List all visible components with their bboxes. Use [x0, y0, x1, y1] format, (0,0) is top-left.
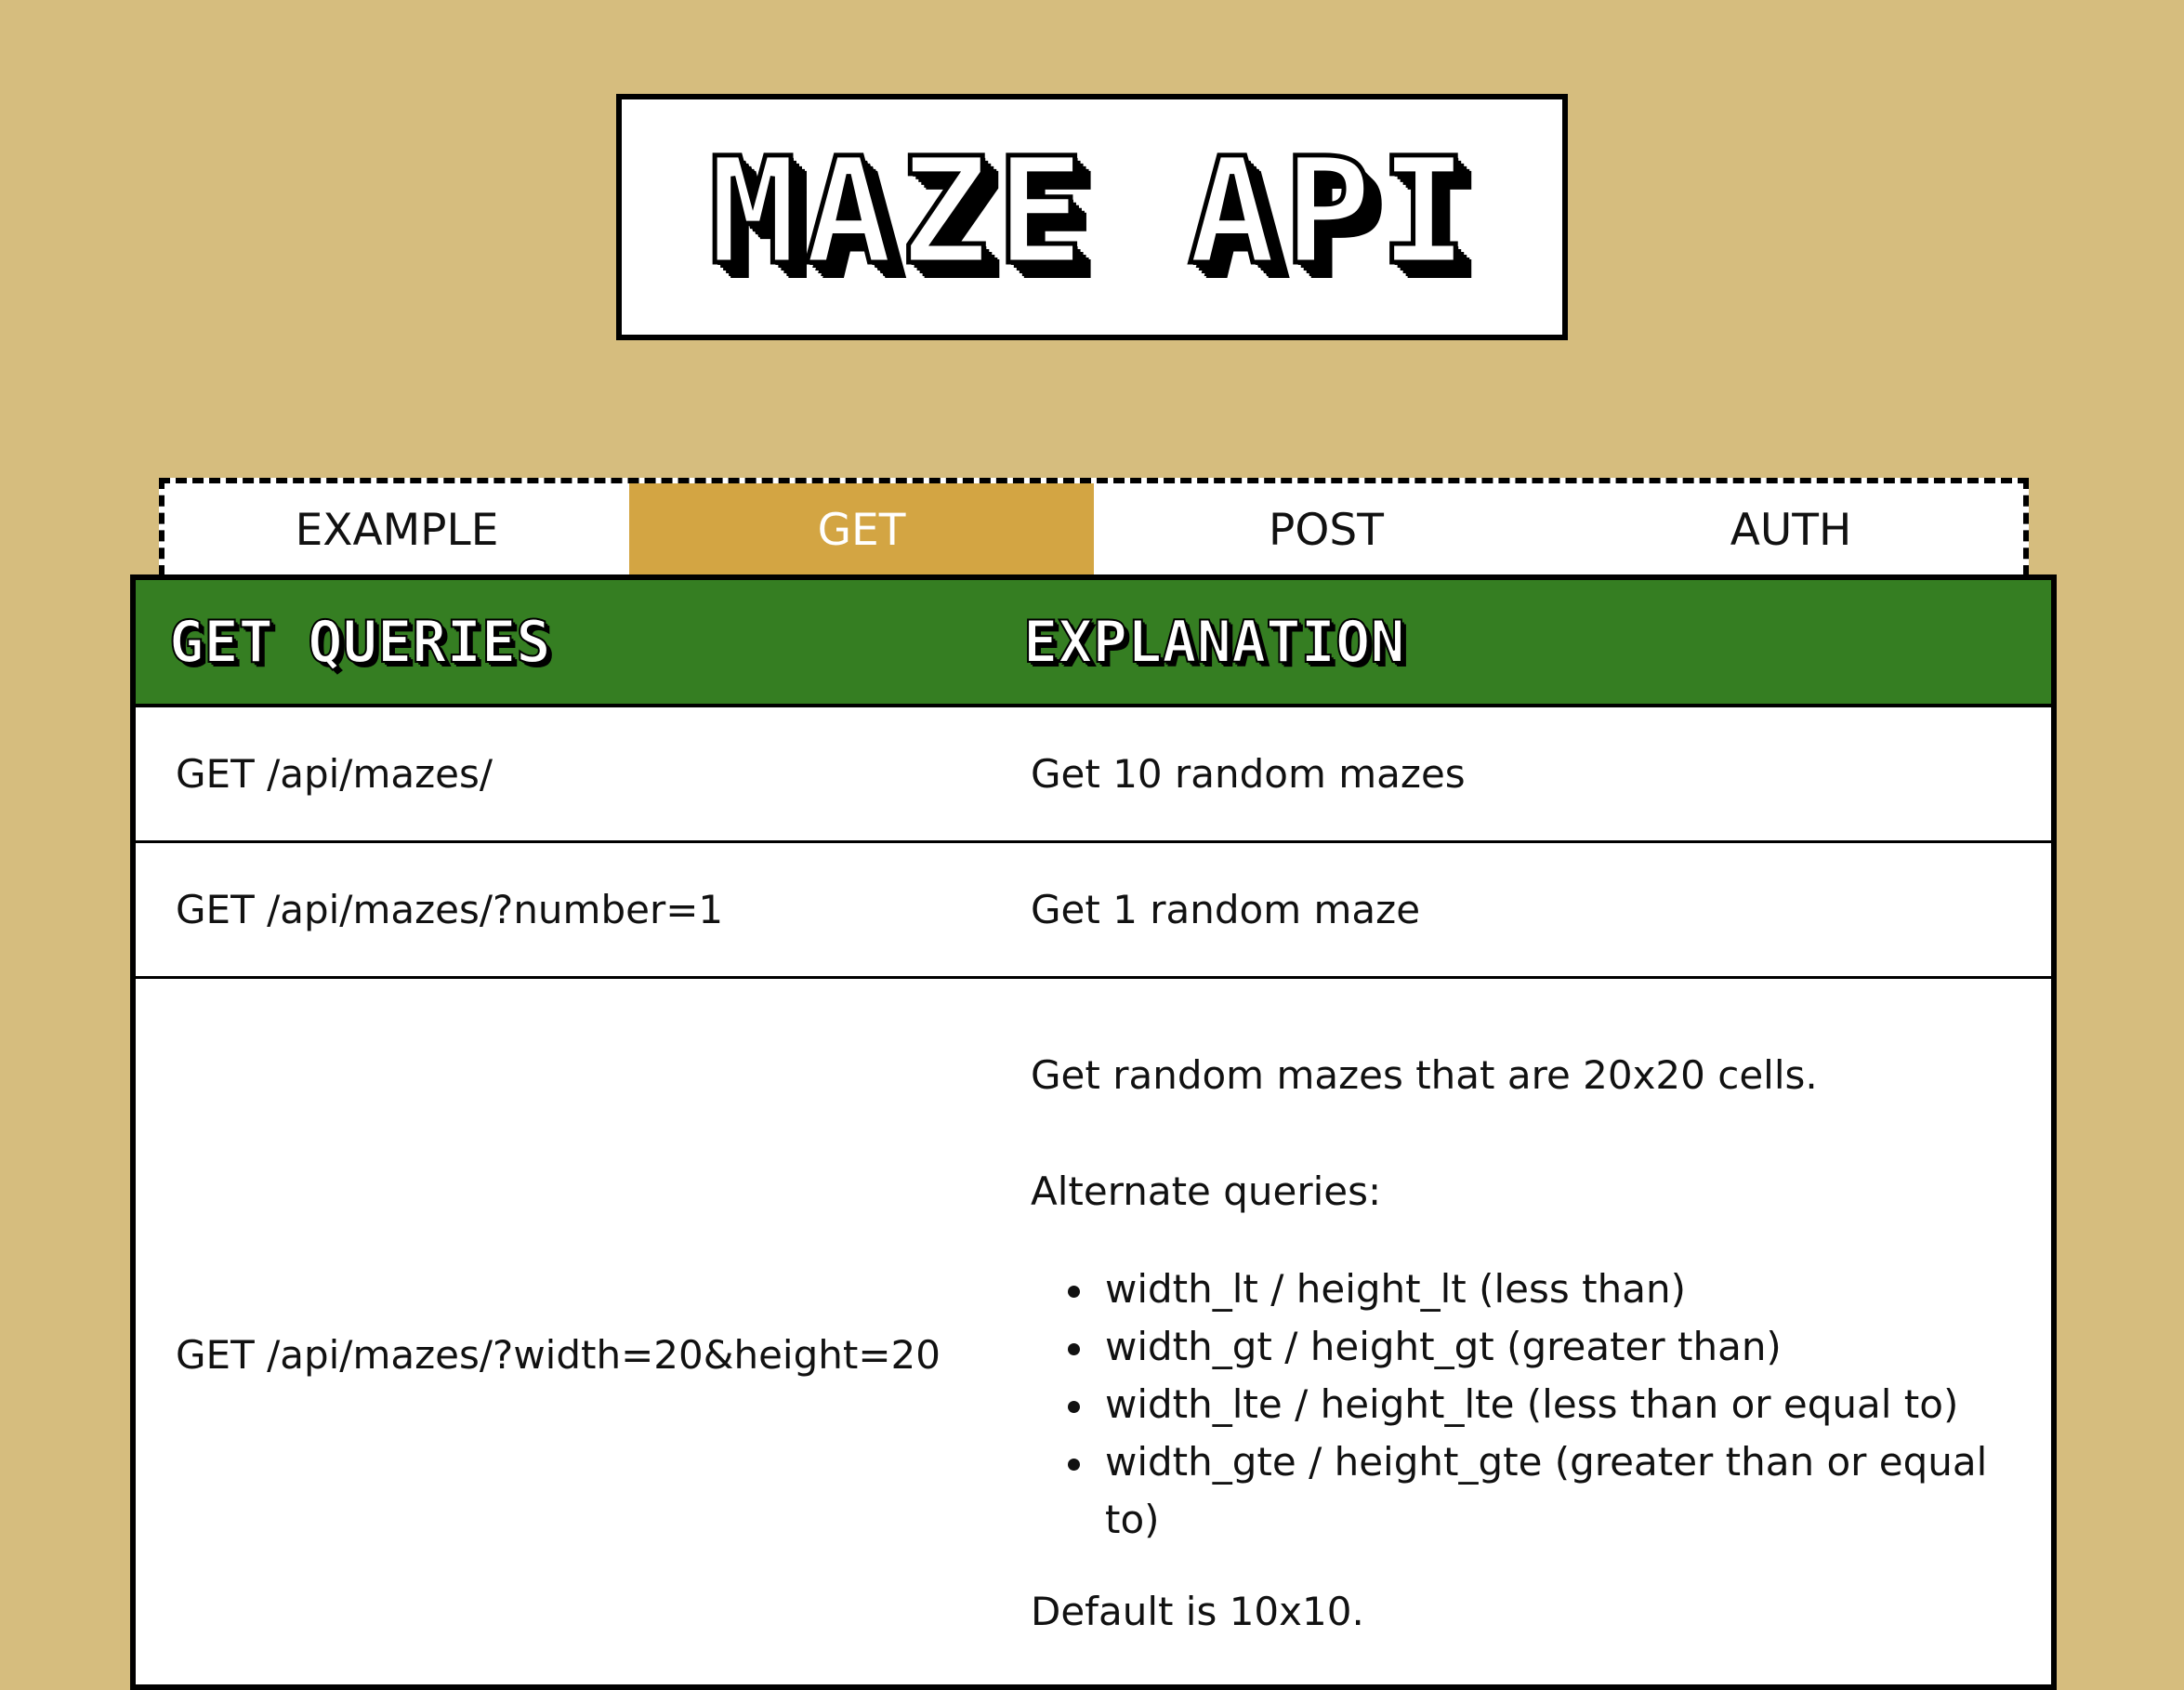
table-header: GET QUERIES EXPLANATION	[136, 580, 2051, 707]
query-cell: GET /api/mazes/?width=20&height=20	[176, 1332, 941, 1378]
list-item: width_gte / height_gte (greater than or …	[1031, 1433, 2016, 1549]
tab-bar: EXAMPLE GET POST AUTH	[159, 478, 2029, 576]
explanation-cell: Get random mazes that are 20x20 cells. A…	[1031, 1051, 2016, 1637]
explanation-cell: Get 1 random maze	[1031, 887, 1421, 932]
tab-get[interactable]: GET	[629, 483, 1094, 576]
explanation-cell: Get 10 random mazes	[1031, 751, 1466, 797]
header-explanation: EXPLANATION	[1022, 607, 1406, 677]
query-cell: GET /api/mazes/?number=1	[176, 887, 724, 932]
alternate-queries-label: Alternate queries:	[1031, 1168, 1382, 1214]
query-cell: GET /api/mazes/	[176, 751, 493, 797]
tab-post[interactable]: POST	[1094, 483, 1559, 576]
logo-banner: MAZE API	[616, 94, 1568, 340]
table-row: GET /api/mazes/?number=1 Get 1 random ma…	[136, 843, 2051, 979]
table-row: GET /api/mazes/ Get 10 random mazes	[136, 707, 2051, 843]
list-item: width_lt / height_lt (less than)	[1031, 1261, 2016, 1318]
queries-table: GET QUERIES EXPLANATION GET /api/mazes/ …	[130, 574, 2057, 1690]
tab-auth[interactable]: AUTH	[1559, 483, 2023, 576]
header-queries: GET QUERIES	[168, 607, 552, 677]
list-item: width_lte / height_lte (less than or equ…	[1031, 1376, 2016, 1433]
list-item: width_gt / height_gt (greater than)	[1031, 1318, 2016, 1376]
tab-example[interactable]: EXAMPLE	[164, 483, 629, 576]
default-note: Default is 10x10.	[1031, 1589, 1364, 1634]
explanation-text: Get random mazes that are 20x20 cells.	[1031, 1052, 1818, 1098]
page-title: MAZE API	[706, 125, 1476, 297]
table-row: GET /api/mazes/?width=20&height=20 Get r…	[136, 979, 2051, 1685]
alternate-queries-list: width_lt / height_lt (less than) width_g…	[1031, 1261, 2016, 1549]
